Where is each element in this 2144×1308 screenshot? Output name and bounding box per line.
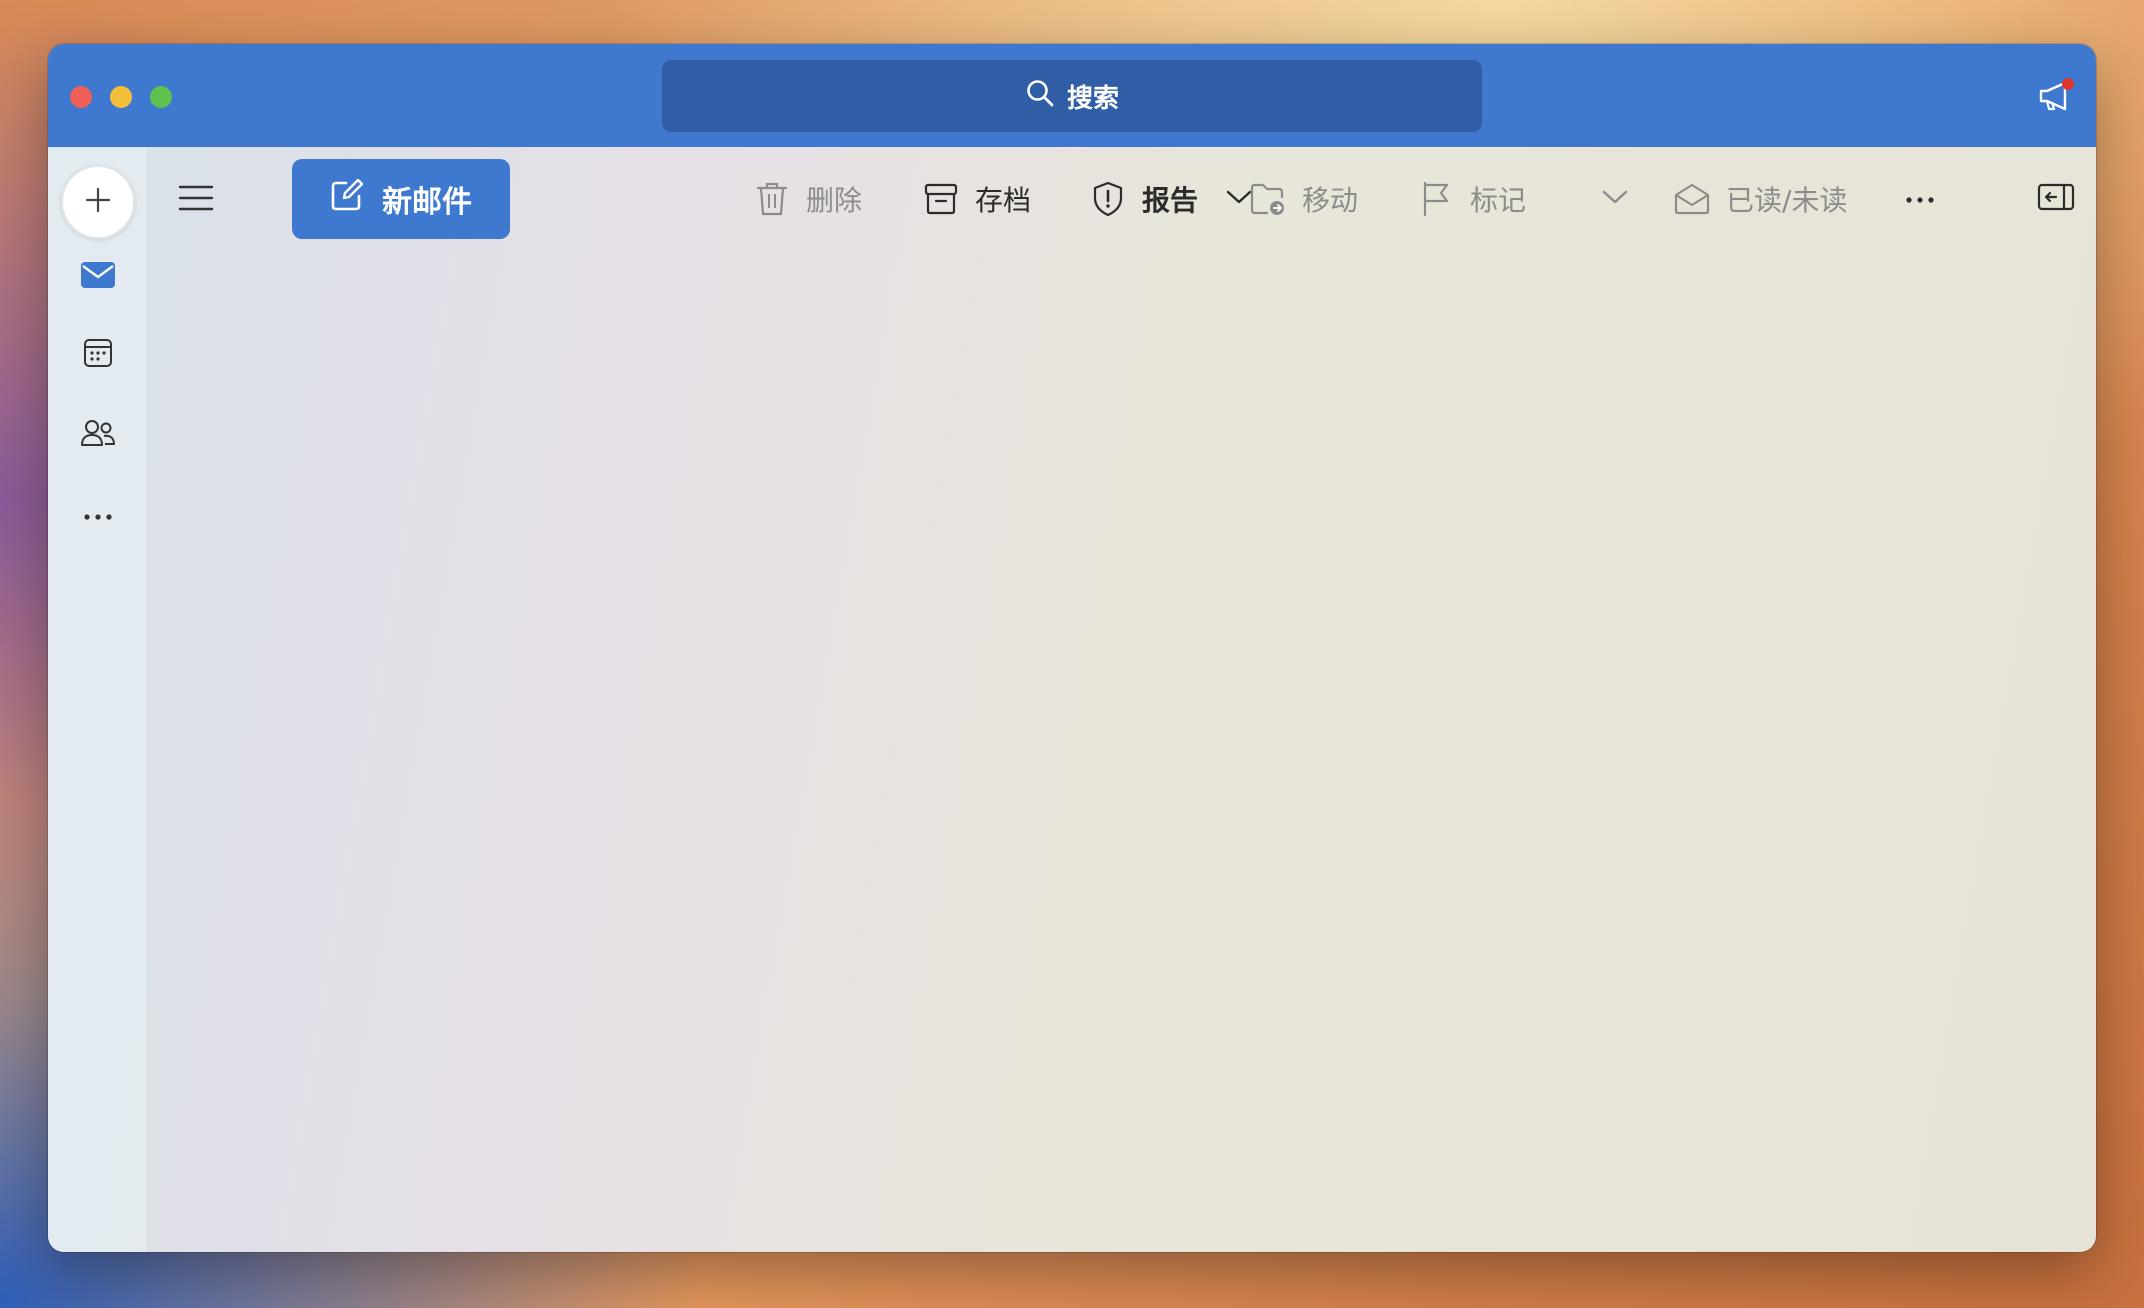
search-label: 搜索 [1066, 83, 1119, 114]
rail-item-calendar[interactable] [78, 335, 118, 375]
more-actions-button[interactable] [1900, 173, 1940, 223]
announcement-button[interactable] [2036, 78, 2076, 114]
trash-icon [754, 181, 790, 217]
compose-icon [330, 178, 364, 220]
notification-dot [2062, 78, 2074, 90]
minimize-window-button[interactable] [110, 86, 132, 108]
search-bar[interactable]: 搜索 [662, 60, 1482, 132]
more-icon [1905, 189, 1935, 208]
flag-label: 标记 [1470, 184, 1527, 217]
folder-move-icon [1250, 181, 1286, 217]
rail-item-more[interactable] [78, 495, 118, 535]
report-button[interactable]: 报告 [1090, 171, 1198, 227]
plus-icon [83, 185, 113, 219]
maximize-window-button[interactable] [150, 86, 172, 108]
title-bar: 搜索 [48, 44, 2096, 147]
reading-pane-toggle-button[interactable] [2036, 181, 2076, 221]
calendar-icon [83, 338, 113, 372]
envelope-open-icon [1674, 181, 1710, 217]
megaphone-icon [2036, 81, 2076, 118]
archive-label: 存档 [975, 184, 1032, 217]
shield-icon [1090, 181, 1126, 217]
search-icon [1025, 78, 1055, 115]
read-unread-button[interactable]: 已读/未读 [1674, 171, 1847, 227]
panel-collapse-icon [2036, 183, 2076, 217]
people-icon [80, 418, 116, 452]
archive-icon [923, 181, 959, 217]
new-mail-label: 新邮件 [382, 185, 472, 220]
more-icon [83, 506, 113, 525]
report-label: 报告 [1142, 184, 1199, 217]
add-app-button[interactable] [61, 165, 135, 239]
command-toolbar: 新邮件 删除 存档 报告 移动 标记 已读/未读 [148, 147, 2096, 255]
rail-item-people[interactable] [78, 415, 118, 455]
flag-dropdown-button[interactable] [1598, 179, 1632, 219]
flag-button[interactable]: 标记 [1418, 171, 1526, 227]
rail-item-mail[interactable] [78, 257, 118, 297]
new-mail-button[interactable]: 新邮件 [292, 159, 510, 239]
mail-content-area [148, 255, 2096, 1252]
delete-button[interactable]: 删除 [754, 171, 862, 227]
app-rail [48, 147, 148, 1252]
mail-window: 搜索 新邮件 删除 存档 报告 移动 标记 已读/未读 [48, 44, 2096, 1252]
menu-toggle-button[interactable] [178, 183, 214, 213]
mail-icon [80, 261, 116, 293]
chevron-down-icon [1602, 189, 1628, 209]
close-window-button[interactable] [70, 86, 92, 108]
flag-icon [1418, 181, 1454, 217]
chevron-down-icon [1226, 189, 1252, 209]
read-unread-label: 已读/未读 [1726, 184, 1848, 217]
delete-label: 删除 [806, 184, 863, 217]
move-button[interactable]: 移动 [1250, 171, 1358, 227]
move-label: 移动 [1302, 184, 1359, 217]
archive-button[interactable]: 存档 [923, 171, 1031, 227]
hamburger-icon [178, 185, 214, 217]
